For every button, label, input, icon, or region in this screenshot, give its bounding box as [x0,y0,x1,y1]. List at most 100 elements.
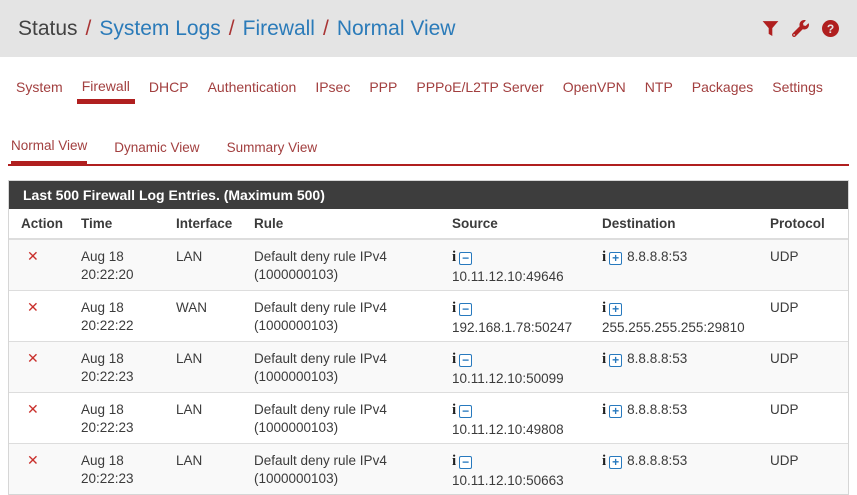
table-row: ✕Aug 18 20:22:22WANDefault deny rule IPv… [9,291,848,342]
table-row: ✕ Aug 18 20:22:23LANDefault deny rule IPv… [9,393,848,444]
breadcrumb-item-firewall[interactable]: Firewall [243,17,315,40]
action-cell: ✕ [9,444,73,495]
easyrule-block-icon[interactable]: − [459,405,472,418]
easyrule-block-icon[interactable]: − [459,303,472,316]
block-action-icon[interactable]: ✕ [27,249,39,265]
time-cell: Aug 18 20:22:23 [73,444,168,495]
info-icon[interactable]: i [452,402,456,418]
interface-cell: LAN [168,444,246,495]
interface-cell: LAN [168,393,246,444]
column-header-interface: Interface [168,209,246,239]
easyrule-pass-icon[interactable]: + [609,354,622,367]
tab-settings[interactable]: Settings [772,79,823,104]
source-cell: i− 10.11.12.10:49808 [444,393,594,444]
rule-cell: Default deny rule IPv4 (1000000103) [246,239,444,291]
info-icon[interactable]: i [602,300,606,316]
source-cell: i− 10.11.12.10:49646 [444,239,594,291]
breadcrumb-separator: / [229,17,235,40]
breadcrumb: Status/System Logs/Firewall/Normal View … [0,0,857,57]
breadcrumb-separator: / [323,17,329,40]
info-icon[interactable]: i [602,249,606,265]
info-icon[interactable]: i [452,300,456,316]
table-row: ✕Aug 18 20:22:20LANDefault deny rule IPv… [9,239,848,291]
tab-dhcp[interactable]: DHCP [149,79,189,104]
breadcrumb-item-normal-view[interactable]: Normal View [337,17,456,40]
destination-address: 8.8.8.8:53 [627,402,687,417]
easyrule-pass-icon[interactable]: + [609,252,622,265]
block-action-icon[interactable]: ✕ [27,402,39,418]
firewall-log-table: ActionTimeInterfaceRuleSourceDestination… [9,209,848,494]
action-cell: ✕ [9,393,73,444]
wrench-icon[interactable] [792,20,809,37]
block-action-icon[interactable]: ✕ [27,351,39,367]
tab-ipsec[interactable]: IPsec [315,79,350,104]
protocol-cell: UDP [762,342,848,393]
destination-cell: i+8.8.8.8:53 [594,342,762,393]
easyrule-pass-icon[interactable]: + [609,456,622,469]
easyrule-pass-icon[interactable]: + [609,405,622,418]
interface-cell: LAN [168,239,246,291]
source-cell: i− 192.168.1.78:50247 [444,291,594,342]
rule-text: Default deny rule IPv4 (1000000103) [254,401,436,436]
subtab-dynamic-view[interactable]: Dynamic View [114,140,199,166]
rule-cell: Default deny rule IPv4 (1000000103) [246,342,444,393]
easyrule-pass-icon[interactable]: + [609,303,622,316]
breadcrumb-item-system-logs[interactable]: System Logs [99,17,220,40]
protocol-cell: UDP [762,239,848,291]
table-row: ✕Aug 18 20:22:23LANDefault deny rule IPv… [9,342,848,393]
tab-ntp[interactable]: NTP [645,79,673,104]
action-cell: ✕ [9,239,73,291]
firewall-log-panel: Last 500 Firewall Log Entries. (Maximum … [8,180,849,495]
column-header-time: Time [73,209,168,239]
info-icon[interactable]: i [452,351,456,367]
column-header-rule: Rule [246,209,444,239]
subtab-normal-view[interactable]: Normal View [11,138,87,166]
tab-system[interactable]: System [16,79,63,104]
easyrule-block-icon[interactable]: − [459,252,472,265]
source-address: 10.11.12.10:49646 [452,269,564,284]
rule-text: Default deny rule IPv4 (1000000103) [254,248,436,283]
destination-address: 8.8.8.8:53 [627,351,687,366]
rule-text: Default deny rule IPv4 (1000000103) [254,350,436,385]
source-address: 10.11.12.10:49808 [452,422,564,437]
tab-openvpn[interactable]: OpenVPN [563,79,626,104]
header-icons: ? [762,20,839,37]
tab-pppoe-l2tp-server[interactable]: PPPoE/L2TP Server [416,79,543,104]
breadcrumb-items: Status / System Logs / Firewall / Normal View [18,17,455,41]
tab-firewall[interactable]: Firewall [77,78,135,104]
tab-ppp[interactable]: PPP [369,79,397,104]
source-cell: i− 10.11.12.10:50663 [444,444,594,495]
source-address: 192.168.1.78:50247 [452,320,572,335]
easyrule-block-icon[interactable]: − [459,354,472,367]
info-icon[interactable]: i [602,402,606,418]
main-tabs: System Firewall DHCP Authentication IPsec PPP… [0,78,857,104]
protocol-cell: UDP [762,291,848,342]
help-icon[interactable]: ? [822,20,839,37]
protocol-cell: UDP [762,444,848,495]
rule-cell: Default deny rule IPv4 (1000000103) [246,291,444,342]
action-cell: ✕ [9,291,73,342]
protocol-cell: UDP [762,393,848,444]
subtab-summary-view[interactable]: Summary View [227,140,318,166]
destination-cell: i+255.255.255.255:29810 [594,291,762,342]
info-icon[interactable]: i [602,453,606,469]
block-action-icon[interactable]: ✕ [27,300,39,316]
info-icon[interactable]: i [452,453,456,469]
source-address: 10.11.12.10:50663 [452,473,564,488]
time-cell: Aug 18 20:22:23 [73,393,168,444]
sub-tabs: Normal View Dynamic View Summary View [8,138,849,166]
rule-text: Default deny rule IPv4 (1000000103) [254,452,436,487]
info-icon[interactable]: i [452,249,456,265]
breadcrumb-item-status: Status [18,17,78,40]
block-action-icon[interactable]: ✕ [27,453,39,469]
tab-packages[interactable]: Packages [692,79,753,104]
easyrule-block-icon[interactable]: − [459,456,472,469]
action-cell: ✕ [9,342,73,393]
info-icon[interactable]: i [602,351,606,367]
destination-address: 8.8.8.8:53 [627,249,687,264]
column-header-source: Source [444,209,594,239]
filter-icon[interactable] [762,20,779,37]
tab-authentication[interactable]: Authentication [208,79,297,104]
time-cell: Aug 18 20:22:23 [73,342,168,393]
breadcrumb-separator: / [86,17,92,40]
